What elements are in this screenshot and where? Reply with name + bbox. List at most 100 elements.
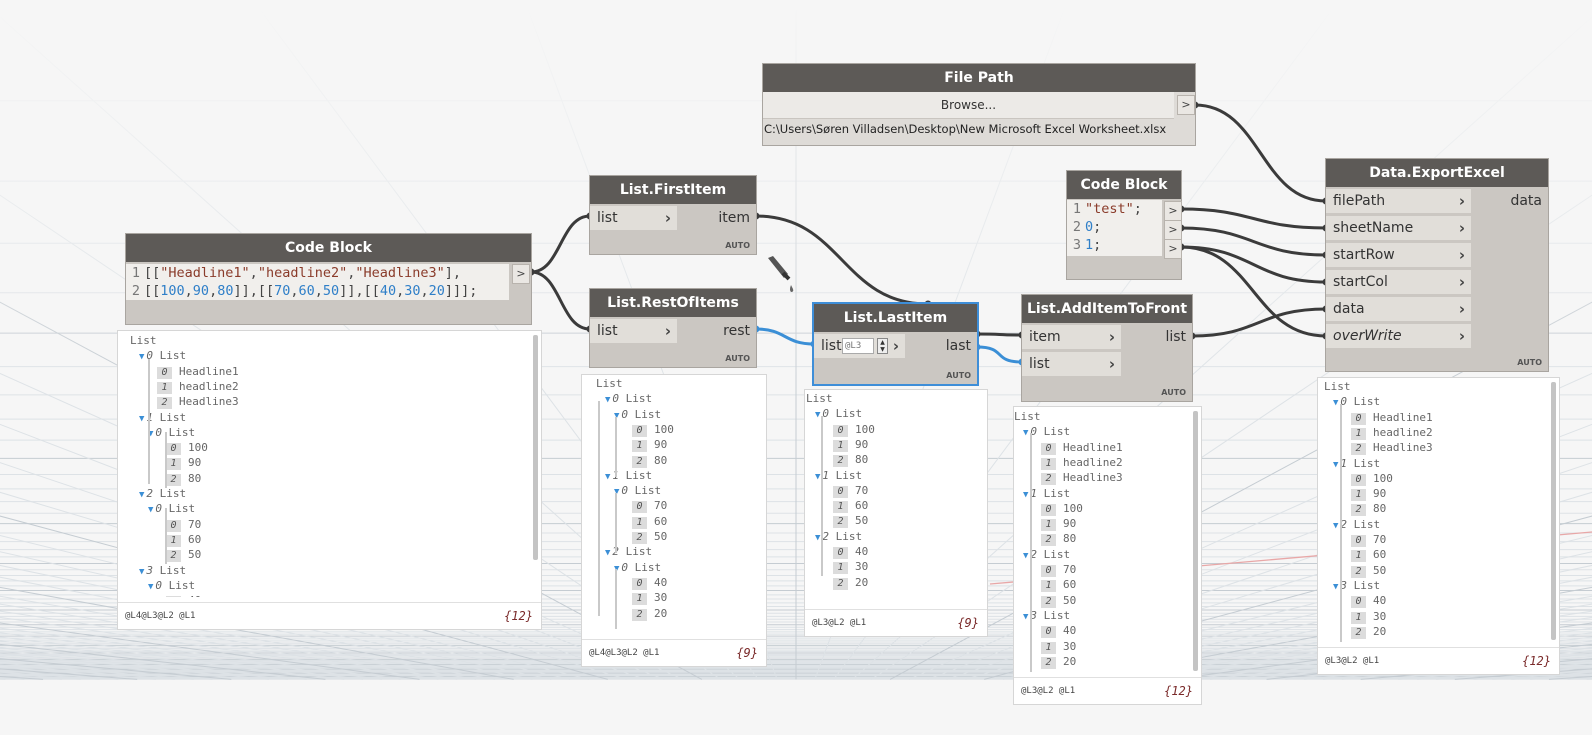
tree-list-header[interactable]: List — [1324, 379, 1351, 394]
expand-triangle-icon[interactable]: ▼ — [1023, 551, 1028, 561]
preview-tree: List▼0 List▼0 List0100190280▼1 List▼0 Li… — [582, 375, 766, 633]
expand-triangle-icon[interactable]: ▼ — [815, 410, 820, 420]
code-editor[interactable]: 1 "test"; 2 0; 3 1; — [1067, 200, 1162, 256]
tree-list-header[interactable]: ▼ 3 List — [139, 563, 186, 578]
expand-triangle-icon[interactable]: ▼ — [605, 548, 610, 558]
expand-triangle-icon[interactable]: ▼ — [605, 395, 610, 405]
expand-triangle-icon[interactable]: ▼ — [1333, 460, 1338, 470]
watch-preview-panel[interactable]: List ▼ 0 List 0 100 1 90 2 80 ▼ 1 List 0 70 1 60 2 50 ▼ 2 … — [804, 389, 988, 637]
tree-list-header[interactable]: ▼0 List — [148, 578, 195, 593]
tree-list-header[interactable]: ▼0 List — [148, 425, 195, 440]
output-port-button[interactable]: > — [1164, 220, 1182, 240]
item-value: 70 — [188, 517, 202, 531]
list-lastitem-node[interactable]: List.LastItem list @L3 ▲ ▼ › last AUTO — [814, 304, 977, 384]
expand-triangle-icon[interactable]: ▼ — [1023, 428, 1028, 438]
tree-list-header[interactable]: ▼ 1 List — [139, 410, 186, 425]
output-port-item[interactable]: item — [718, 206, 756, 230]
expand-triangle-icon[interactable]: ▼ — [1333, 521, 1338, 531]
preview-scrollbar[interactable] — [1551, 382, 1556, 640]
expand-triangle-icon[interactable]: ▼ — [1023, 612, 1028, 622]
tree-list-header[interactable]: List — [1014, 409, 1041, 424]
output-port-rest[interactable]: rest — [723, 319, 756, 343]
code-block-node-2[interactable]: Code Block 1 "test"; 2 0; 3 1; > > > — [1067, 171, 1182, 279]
preview-scrollbar[interactable] — [533, 335, 538, 560]
expand-triangle-icon[interactable]: ▼ — [1333, 398, 1338, 408]
item-value: 20 — [654, 606, 668, 620]
watch-preview-panel[interactable]: List▼0 List▼0 List0100190280▼1 List▼0 Li… — [581, 374, 767, 667]
tree-list-item: 0 70 — [166, 517, 201, 532]
list-firstitem-node[interactable]: List.FirstItem list › item AUTO — [590, 176, 756, 254]
code-block-node[interactable]: Code Block 1 [["Headline1","headline2","H… — [126, 234, 531, 324]
expand-triangle-icon[interactable]: ▼ — [1023, 490, 1028, 500]
input-port-startrow[interactable]: startRow › — [1326, 243, 1471, 267]
lacing-spinner[interactable]: ▲ ▼ — [877, 338, 888, 354]
list-additemtofront-node[interactable]: List.AddItemToFront item › list › list AUT… — [1022, 295, 1192, 401]
preview-scrollbar[interactable] — [1193, 411, 1198, 671]
input-port-filepath[interactable]: filePath › — [1326, 189, 1471, 213]
code-token: 100 — [160, 283, 185, 299]
expand-triangle-icon[interactable]: ▼ — [605, 472, 610, 482]
output-port-button[interactable]: > — [512, 264, 530, 284]
item-value: 50 — [188, 548, 202, 562]
tree-list-header[interactable]: List — [130, 333, 157, 348]
expand-triangle-icon[interactable]: ▼ — [148, 582, 153, 592]
lacing-level-input[interactable]: @L3 — [842, 338, 874, 354]
tree-list-header[interactable]: ▼0 List — [605, 391, 652, 406]
code-token: ]],[[ — [233, 283, 275, 299]
tree-list-header[interactable]: ▼0 List — [614, 483, 661, 498]
tree-list-header[interactable]: List — [596, 376, 623, 391]
code-editor[interactable]: 1 [["Headline1","headline2","Headline3"],… — [126, 264, 509, 300]
tree-list-header[interactable]: ▼0 List — [148, 501, 195, 516]
tree-list-header[interactable]: ▼0 List — [614, 407, 661, 422]
item-value: 100 — [188, 441, 208, 455]
output-port-button[interactable]: > — [1177, 95, 1195, 115]
item-index: 0 — [166, 596, 181, 597]
input-port-overwrite[interactable]: overWrite › — [1326, 324, 1471, 348]
tree-list-header[interactable]: ▼ 2 List — [139, 486, 186, 501]
input-port-item[interactable]: item › — [1022, 325, 1121, 349]
output-port-button[interactable]: > — [1164, 201, 1182, 221]
file-path-node[interactable]: File Path Browse... > C:\Users\Søren Vil… — [763, 64, 1195, 145]
input-port-startcol[interactable]: startCol › — [1326, 270, 1471, 294]
tree-list-header[interactable]: List — [806, 391, 833, 406]
item-value: 70 — [855, 483, 869, 497]
expand-triangle-icon[interactable]: ▼ — [139, 414, 144, 424]
list-label: List — [168, 578, 196, 592]
item-value: headline2 — [179, 379, 239, 393]
item-value: Headline3 — [1063, 471, 1123, 485]
expand-triangle-icon[interactable]: ▼ — [139, 567, 144, 577]
expand-triangle-icon[interactable]: ▼ — [139, 352, 144, 362]
item-value: 20 — [855, 575, 869, 589]
item-value: Headline1 — [1373, 410, 1433, 424]
input-port-data[interactable]: data › — [1326, 297, 1471, 321]
watch-preview-panel[interactable]: List ▼ 0 List 0 Headline1 1 headline2 2 Headline… — [117, 330, 542, 630]
watch-preview-panel[interactable]: List ▼ 0 List 0 Headline1 1 headline2 2 Headline… — [1317, 377, 1560, 675]
expand-triangle-icon[interactable]: ▼ — [815, 533, 820, 543]
list-label: List — [1353, 517, 1381, 531]
input-port-list[interactable]: list @L3 ▲ ▼ › — [814, 334, 905, 358]
input-port-list[interactable]: list › — [590, 206, 677, 230]
output-port-last[interactable]: last — [946, 334, 977, 358]
input-port-list[interactable]: list › — [590, 319, 677, 343]
expand-triangle-icon[interactable]: ▼ — [148, 505, 153, 515]
list-index: 3 — [146, 563, 160, 577]
input-port-list[interactable]: list › — [1022, 352, 1121, 376]
browse-button[interactable]: Browse... — [763, 92, 1174, 119]
expand-triangle-icon[interactable]: ▼ — [815, 472, 820, 482]
list-restofitems-node[interactable]: List.RestOfItems list › rest AUTO — [590, 289, 756, 367]
output-port-list[interactable]: list — [1165, 325, 1192, 349]
watch-preview-panel[interactable]: List ▼ 0 List 0 Headline1 1 headline2 2 Headline… — [1013, 406, 1202, 705]
data-exportexcel-node[interactable]: Data.ExportExcel filePath › sheetName › st… — [1326, 159, 1548, 371]
expand-triangle-icon[interactable]: ▼ — [139, 490, 144, 500]
output-port-button[interactable]: > — [1164, 239, 1182, 259]
tree-list-header[interactable]: ▼ 1 List — [605, 468, 652, 483]
tree-list-header[interactable]: ▼0 List — [139, 348, 186, 363]
item-value: 40 — [654, 575, 668, 589]
input-port-sheetname[interactable]: sheetName › — [1326, 216, 1471, 240]
tree-list-header[interactable]: ▼ 2 List — [605, 544, 652, 559]
output-port-data[interactable]: data — [1510, 189, 1548, 213]
tree-list-item: 2 Headline3 — [1351, 440, 1433, 456]
expand-triangle-icon[interactable]: ▼ — [1333, 582, 1338, 592]
list-index: 0 — [621, 484, 635, 498]
tree-list-header[interactable]: ▼0 List — [614, 560, 661, 575]
